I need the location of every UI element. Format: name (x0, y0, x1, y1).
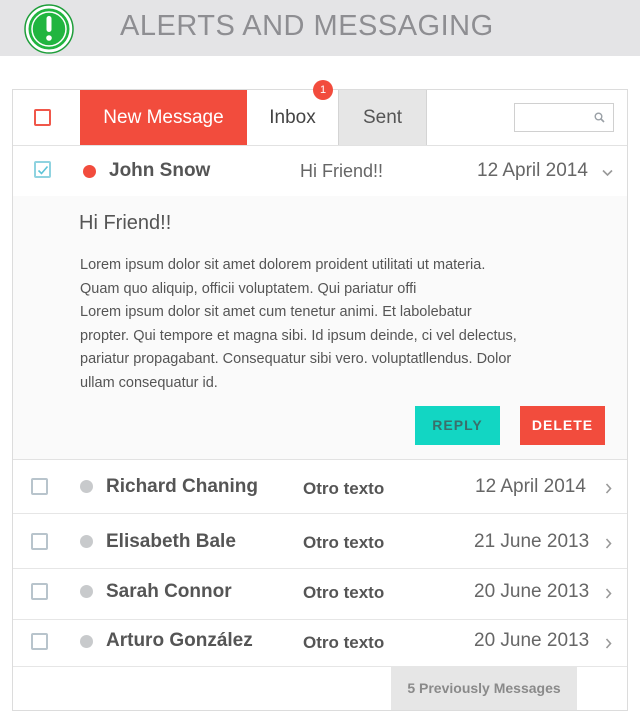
new-message-button[interactable]: New Message (80, 90, 247, 145)
message-sender: Richard Chaning (106, 476, 259, 497)
page-title: ALERTS AND MESSAGING (120, 10, 494, 42)
body-line: Lorem ipsum dolor sit amet cum tenetur a… (80, 304, 472, 320)
message-date: 20 June 2013 (474, 581, 590, 602)
search-input[interactable] (514, 103, 614, 132)
message-date: 21 June 2013 (474, 531, 590, 552)
message-detail: Hi Friend!! Lorem ipsum dolor sit amet d… (13, 196, 627, 460)
message-row[interactable]: Sarah Connor Otro texto 20 June 2013 (13, 569, 627, 620)
inbox-unread-badge: 1 (313, 80, 333, 100)
read-dot (80, 480, 93, 493)
message-checkbox[interactable] (31, 583, 48, 600)
read-dot (80, 585, 93, 598)
select-all-checkbox[interactable] (34, 109, 51, 126)
read-dot (80, 535, 93, 548)
body-line: propter. Qui tempore et magna sibi. Id i… (80, 327, 517, 344)
message-row[interactable]: Richard Chaning Otro texto 12 April 2014 (13, 460, 627, 514)
message-checkbox[interactable] (31, 533, 48, 550)
message-detail-body: Lorem ipsum dolor sit amet dolorem proid… (80, 254, 560, 395)
message-date: 12 April 2014 (477, 160, 588, 181)
message-detail-title: Hi Friend!! (79, 212, 172, 234)
chevron-right-icon[interactable] (605, 536, 612, 554)
message-subject: Otro texto (303, 533, 385, 552)
unread-dot (83, 165, 96, 178)
message-sender: Sarah Connor (106, 581, 232, 602)
body-line: Lorem ipsum dolor sit amet dolorem proid… (80, 257, 486, 273)
chevron-right-icon[interactable] (605, 636, 612, 654)
chevron-right-icon[interactable] (605, 586, 612, 604)
alert-exclamation-icon (24, 4, 74, 54)
reply-button[interactable]: REPLY (415, 406, 500, 445)
message-panel: New Message Inbox 1 Sent John Snow Hi Fr… (12, 80, 628, 711)
message-date: 20 June 2013 (474, 630, 590, 651)
message-row[interactable]: Elisabeth Bale Otro texto 21 June 2013 (13, 514, 627, 569)
message-sender: John Snow (109, 160, 211, 181)
body-line: ullam consequatur id. (80, 374, 218, 391)
message-toolbar: New Message Inbox 1 Sent (13, 80, 627, 146)
message-date: 12 April 2014 (475, 476, 586, 497)
tab-sent[interactable]: Sent (338, 90, 427, 145)
message-sender: Elisabeth Bale (106, 531, 236, 552)
app-header: ALERTS AND MESSAGING (0, 0, 640, 56)
body-line: pariatur propagabant. Consequatur sibi v… (80, 351, 512, 367)
message-row-open[interactable]: John Snow Hi Friend!! 12 April 2014 (13, 146, 627, 197)
body-line: Quam quo aliquip, officii voluptatem. Qu… (80, 280, 417, 297)
search-icon[interactable] (594, 112, 605, 123)
message-sender: Arturo González (106, 630, 253, 651)
delete-button[interactable]: DELETE (520, 406, 605, 445)
message-subject: Otro texto (303, 583, 385, 602)
message-subject: Otro texto (303, 633, 385, 652)
message-checkbox[interactable] (34, 161, 51, 178)
load-previous-messages-button[interactable]: 5 Previously Messages (391, 666, 577, 710)
message-row[interactable]: Arturo González Otro texto 20 June 2013 (13, 620, 627, 667)
message-checkbox[interactable] (31, 478, 48, 495)
message-subject: Otro texto (303, 479, 385, 498)
chevron-right-icon[interactable] (605, 481, 612, 499)
message-checkbox[interactable] (31, 633, 48, 650)
read-dot (80, 635, 93, 648)
chevron-down-icon[interactable] (602, 164, 613, 182)
message-subject: Hi Friend!! (300, 161, 384, 181)
